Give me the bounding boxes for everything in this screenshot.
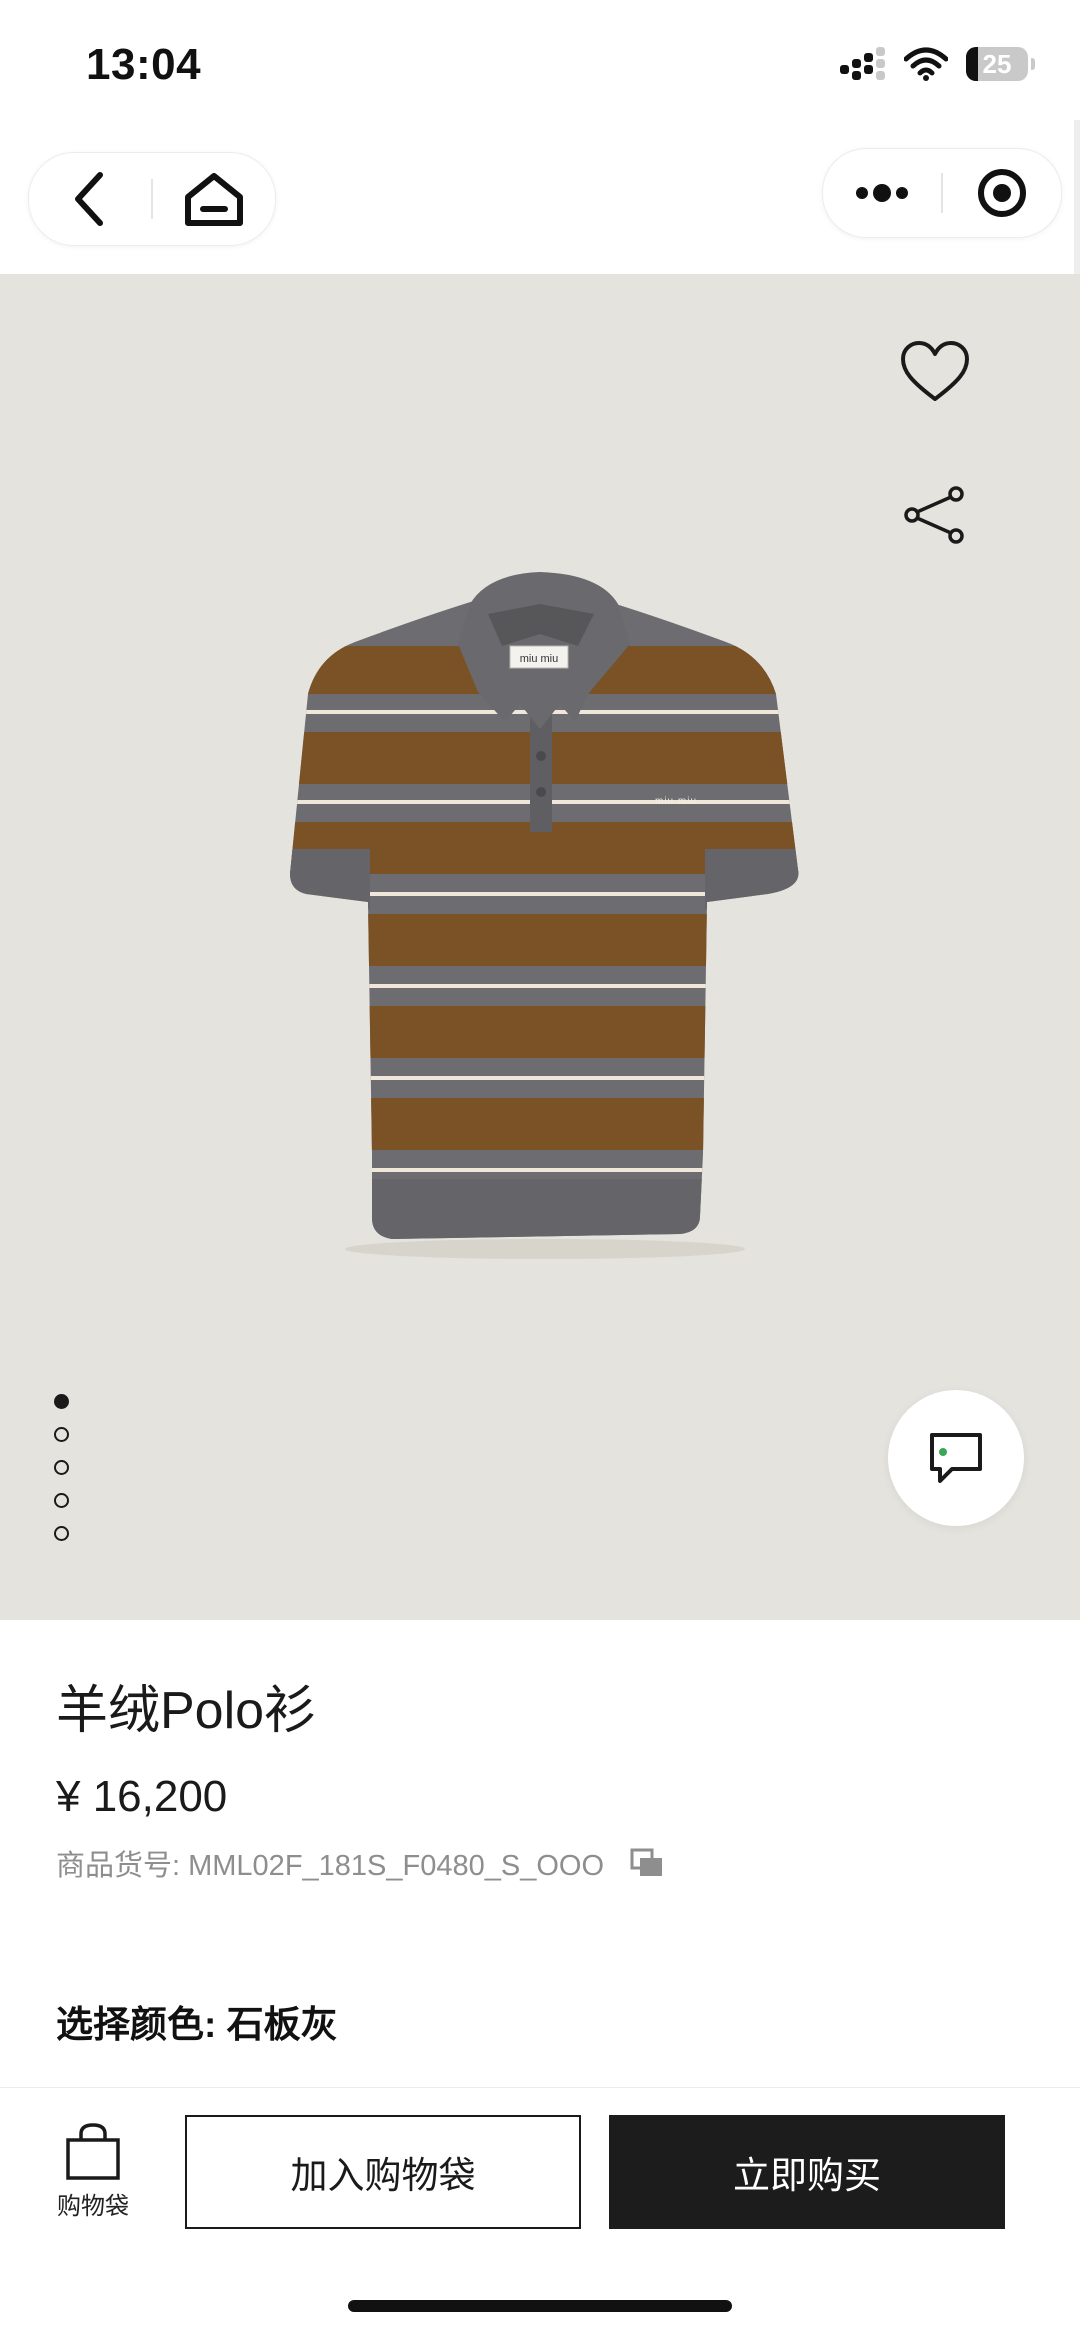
signal-icon bbox=[840, 47, 885, 80]
battery-level: 25 bbox=[982, 48, 1012, 79]
status-time: 13:04 bbox=[86, 40, 202, 89]
product-title: 羊绒Polo衫 bbox=[56, 1682, 317, 1740]
nav-capsule-left bbox=[28, 152, 276, 246]
chevron-left-icon bbox=[75, 172, 103, 226]
home-icon bbox=[185, 173, 243, 226]
battery-icon: 25 bbox=[966, 47, 1035, 81]
share-button[interactable] bbox=[890, 470, 980, 560]
favorite-button[interactable] bbox=[890, 326, 980, 416]
target-icon bbox=[978, 169, 1026, 217]
chest-logo-text: miu miu bbox=[655, 796, 697, 807]
bottom-action-bar: 购物袋 加入购物袋 立即购买 bbox=[0, 2087, 1080, 2338]
wifi-icon bbox=[904, 47, 948, 81]
home-indicator[interactable] bbox=[348, 2300, 732, 2312]
chat-icon bbox=[930, 1433, 982, 1483]
buy-now-button[interactable]: 立即购买 bbox=[609, 2115, 1005, 2229]
shopping-bag-button[interactable]: 购物袋 bbox=[46, 2122, 140, 2221]
add-to-bag-button[interactable]: 加入购物袋 bbox=[185, 2115, 581, 2229]
close-miniprogram-button[interactable] bbox=[943, 149, 1061, 237]
more-button[interactable] bbox=[823, 149, 941, 237]
share-icon bbox=[904, 486, 964, 544]
color-selector-label: 选择颜色: 石板灰 bbox=[56, 2004, 338, 2045]
status-icons: 25 bbox=[838, 44, 1035, 84]
gallery-pagination[interactable] bbox=[54, 1394, 69, 1541]
gallery-dot-4[interactable] bbox=[54, 1493, 69, 1508]
gallery-dot-3[interactable] bbox=[54, 1460, 69, 1475]
sku-text: 商品货号: MML02F_181S_F0480_S_OOO bbox=[56, 1850, 605, 1882]
shopping-bag-icon bbox=[66, 2123, 120, 2180]
gallery-dot-5[interactable] bbox=[54, 1526, 69, 1541]
gallery-dot-1[interactable] bbox=[54, 1394, 69, 1409]
back-button[interactable] bbox=[29, 153, 151, 245]
shopping-bag-label: 购物袋 bbox=[57, 2193, 129, 2220]
page-scrollbar[interactable] bbox=[1074, 120, 1080, 280]
copy-icon[interactable] bbox=[630, 1848, 664, 1878]
heart-icon bbox=[901, 341, 969, 401]
more-dots-icon bbox=[856, 184, 908, 202]
product-price: ¥ 16,200 bbox=[56, 1772, 228, 1821]
nav-capsule-right bbox=[822, 148, 1062, 238]
gallery-dot-2[interactable] bbox=[54, 1427, 69, 1442]
neck-label-text: miu miu bbox=[520, 653, 559, 665]
home-button[interactable] bbox=[153, 153, 275, 245]
product-sku: 商品货号: MML02F_181S_F0480_S_OOO bbox=[56, 1842, 664, 1884]
customer-service-button[interactable] bbox=[888, 1390, 1024, 1526]
